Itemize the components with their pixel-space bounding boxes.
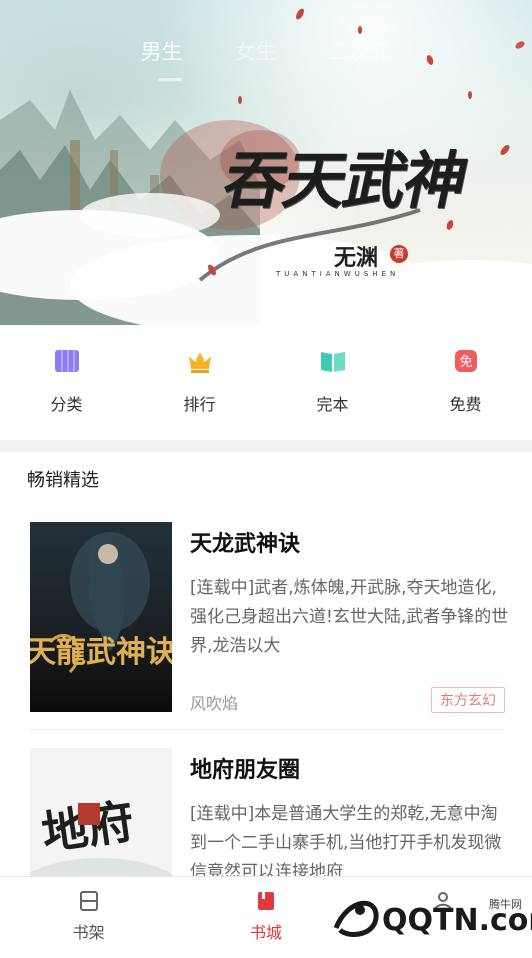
hero-banner[interactable]: 男生 女生 二次元 吞天武神 无渊 著 TUANTIANWUSHEN	[0, 0, 532, 325]
watermark-site: 腾牛网	[489, 898, 522, 911]
book-title: 地府朋友圈	[190, 758, 301, 783]
banner-seal: 著	[390, 245, 408, 263]
category-finished[interactable]: 完本	[266, 325, 399, 440]
free-badge-text: 免	[459, 355, 472, 370]
category-icon	[53, 347, 81, 375]
book-author: 风吹焰	[190, 694, 239, 713]
banner-title: 吞天武神	[217, 144, 473, 217]
nav-bookshelf[interactable]: 书架	[0, 877, 177, 947]
banner-author: 无渊	[334, 245, 379, 271]
category-label-free: 免费	[449, 395, 482, 414]
crown-icon	[186, 347, 214, 375]
section-title: 畅销精选	[27, 470, 99, 491]
row-separator	[30, 729, 504, 730]
genre-tag: 东方玄幻	[431, 687, 505, 713]
gender-tabs: 男生 女生 二次元	[0, 36, 532, 66]
book-item[interactable]: 天龍武神诀 天龙武神诀 [连载中]武者,炼体魄,开武脉,夺天地造化,强化己身超出…	[0, 522, 532, 732]
bookstore-icon	[254, 889, 278, 913]
category-ranking[interactable]: 排行	[133, 325, 266, 440]
book-cover: 天龍武神诀	[30, 522, 172, 712]
bottom-navigation: 书架 书城	[0, 876, 532, 947]
category-label-classify: 分类	[50, 395, 83, 414]
active-tab-indicator	[158, 78, 182, 81]
nav-label-bookshelf: 书架	[72, 923, 105, 942]
category-bar: 分类 排行 完本 免 免费	[0, 325, 532, 440]
banner-pinyin: TUANTIANWUSHEN	[276, 270, 400, 278]
bookshelf-icon	[77, 889, 101, 913]
nav-profile[interactable]	[355, 877, 532, 947]
category-classify[interactable]: 分类	[0, 325, 133, 440]
category-free[interactable]: 免 免费	[399, 325, 532, 440]
section-divider	[0, 440, 532, 452]
book-description: [连载中]本是普通大学生的郑乾,无意中淘到一个二手山寨手机,当他打开手机发现微信…	[190, 804, 502, 882]
cover-title: 天龍武神诀	[30, 635, 172, 670]
tab-female[interactable]: 女生	[235, 36, 277, 66]
tab-anime[interactable]: 二次元	[329, 36, 392, 66]
free-badge-icon: 免	[452, 347, 480, 375]
tab-male[interactable]: 男生	[141, 36, 183, 66]
nav-label-bookstore: 书城	[249, 923, 282, 942]
book-description: [连载中]武者,炼体魄,开武脉,夺天地造化,强化己身超出六道!玄世大陆,武者争锋…	[190, 578, 509, 656]
book-title: 天龙武神诀	[190, 532, 301, 557]
category-label-finished: 完本	[316, 395, 349, 414]
nav-bookstore[interactable]: 书城	[177, 877, 354, 947]
category-label-ranking: 排行	[183, 395, 216, 414]
open-book-icon	[319, 347, 347, 375]
profile-icon	[431, 889, 455, 913]
